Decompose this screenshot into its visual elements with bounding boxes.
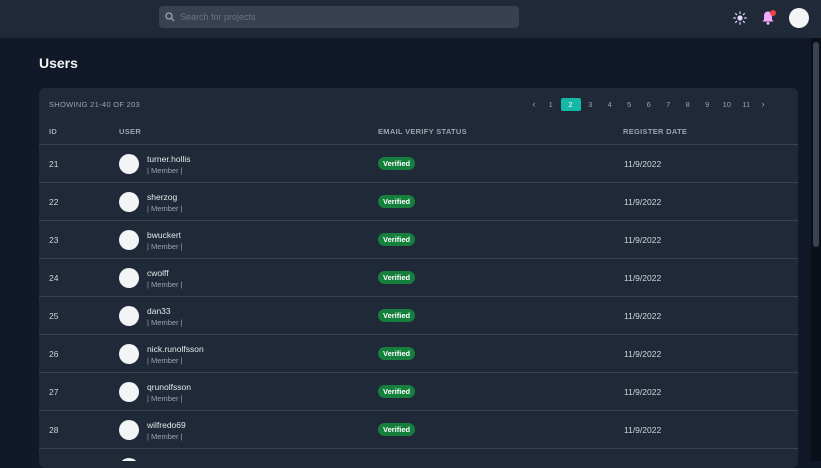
page-button[interactable]: 4 — [600, 98, 620, 111]
avatar — [119, 154, 139, 174]
avatar — [119, 306, 139, 326]
username[interactable]: sherzog — [147, 192, 177, 202]
username[interactable]: turner.hollis — [147, 154, 190, 164]
page-button[interactable]: 9 — [698, 98, 718, 111]
table-row[interactable]: 23 bwuckert | Member | Verified 11/9/202… — [39, 221, 798, 259]
username[interactable]: wilfredo69 — [147, 420, 186, 430]
page-button[interactable]: 3 — [581, 98, 601, 111]
scrollbar-thumb[interactable] — [813, 42, 819, 247]
username[interactable]: nick.runolfsson — [147, 344, 204, 354]
username[interactable]: cwolff — [147, 268, 169, 278]
status-badge: Verified — [378, 271, 416, 284]
register-date: 11/9/2022 — [624, 159, 662, 169]
avatar[interactable] — [789, 8, 809, 28]
table-row[interactable]: 24 cwolff | Member | Verified 11/9/2022 — [39, 259, 798, 297]
pagination: ‹ 1 2 3 4 5 6 7 8 9 10 11 › — [527, 97, 770, 111]
table-row[interactable]: 25 dan33 | Member | Verified 11/9/2022 — [39, 297, 798, 335]
table-row[interactable]: 21 turner.hollis | Member | Verified 11/… — [39, 145, 798, 183]
username[interactable]: qrunolfsson — [147, 382, 191, 392]
user-role: | Member | — [147, 166, 183, 175]
user-role: | Member | — [147, 318, 183, 327]
next-page-button[interactable]: › — [756, 98, 770, 111]
register-date: 11/9/2022 — [624, 235, 662, 245]
page-title: Users — [39, 55, 78, 71]
page-button[interactable]: 1 — [541, 98, 561, 111]
sun-icon[interactable] — [733, 11, 747, 25]
page-button[interactable]: 5 — [620, 98, 640, 111]
status-badge: Verified — [378, 347, 416, 360]
register-date: 11/9/2022 — [624, 273, 662, 283]
avatar — [119, 230, 139, 250]
user-role: | Member | — [147, 242, 183, 251]
register-date: 11/9/2022 — [624, 425, 662, 435]
status-badge: Verified — [378, 233, 416, 246]
avatar — [119, 192, 139, 212]
user-id: 27 — [49, 387, 59, 397]
page-button[interactable]: 8 — [678, 98, 698, 111]
column-header-register-date: REGISTER DATE — [623, 127, 688, 136]
user-id: 28 — [49, 425, 59, 435]
user-role: | Member | — [147, 394, 183, 403]
avatar — [119, 344, 139, 364]
table-row[interactable]: 26 nick.runolfsson | Member | Verified 1… — [39, 335, 798, 373]
search-icon — [165, 12, 175, 22]
avatar — [119, 268, 139, 288]
status-badge: Verified — [378, 157, 416, 170]
user-id: 26 — [49, 349, 59, 359]
page-button[interactable]: 10 — [717, 98, 737, 111]
page-button[interactable]: 6 — [639, 98, 659, 111]
register-date: 11/9/2022 — [624, 387, 662, 397]
avatar — [119, 420, 139, 440]
register-date: 11/9/2022 — [624, 311, 662, 321]
register-date: 11/9/2022 — [624, 349, 662, 359]
avatar — [119, 382, 139, 402]
user-id: 22 — [49, 197, 59, 207]
username[interactable]: bwuckert — [147, 230, 181, 240]
user-id: 25 — [49, 311, 59, 321]
username[interactable]: dan33 — [147, 306, 171, 316]
showing-count: SHOWING 21-40 OF 203 — [49, 100, 141, 109]
user-role: | Member | — [147, 432, 183, 441]
status-badge: Verified — [378, 423, 416, 436]
table-row[interactable]: 28 wilfredo69 | Member | Verified 11/9/2… — [39, 411, 798, 449]
table-row[interactable]: 22 sherzog | Member | Verified 11/9/2022 — [39, 183, 798, 221]
user-id: 23 — [49, 235, 59, 245]
prev-page-button[interactable]: ‹ — [527, 98, 541, 111]
table-row[interactable]: 27 qrunolfsson | Member | Verified 11/9/… — [39, 373, 798, 411]
user-id: 21 — [49, 159, 59, 169]
column-header-id: ID — [49, 127, 58, 136]
page-button[interactable]: 7 — [659, 98, 679, 111]
user-role: | Member | — [147, 356, 183, 365]
search-box[interactable] — [159, 6, 519, 28]
notification-dot — [770, 10, 776, 16]
status-badge: Verified — [378, 309, 416, 322]
column-header-email-status: EMAIL VERIFY STATUS — [378, 127, 467, 136]
status-badge: Verified — [378, 385, 416, 398]
register-date: 11/9/2022 — [624, 197, 662, 207]
user-role: | Member | — [147, 280, 183, 289]
column-header-user: USER — [119, 127, 142, 136]
page-button-current[interactable]: 2 — [560, 97, 581, 111]
search-input[interactable] — [180, 12, 500, 22]
page-button[interactable]: 11 — [737, 98, 757, 111]
status-badge: Verified — [378, 195, 416, 208]
table-row-partial[interactable] — [39, 449, 798, 461]
user-role: | Member | — [147, 204, 183, 213]
user-id: 24 — [49, 273, 59, 283]
